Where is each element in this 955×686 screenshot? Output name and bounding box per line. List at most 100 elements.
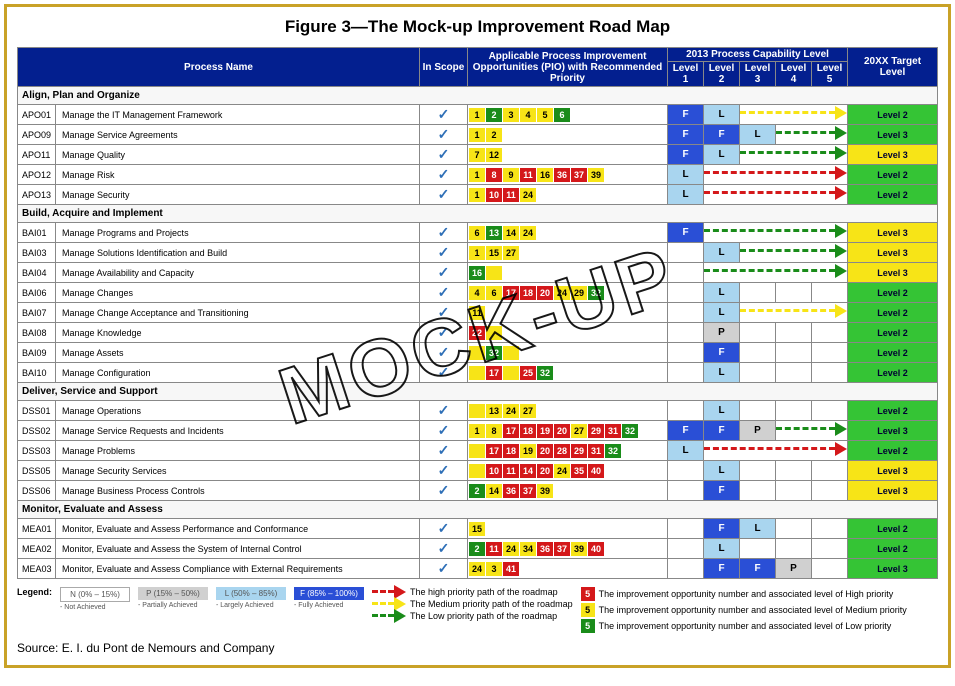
cap-cell: F (668, 105, 704, 125)
process-code: DSS05 (18, 461, 56, 481)
table-row: APO12Manage Risk✓1891116363739LLevel 2 (18, 165, 938, 185)
cap-cell (740, 323, 776, 343)
cap-cell (740, 283, 776, 303)
inscope-cell: ✓ (420, 401, 468, 421)
cap-cell (740, 343, 776, 363)
pio-bar: 172532 (468, 365, 667, 381)
process-code: APO12 (18, 165, 56, 185)
pio-token: 4 (520, 108, 536, 122)
process-code: MEA01 (18, 519, 56, 539)
pio-token: 19 (537, 424, 553, 438)
table-row: DSS01Manage Operations✓132427LLevel 2 (18, 401, 938, 421)
process-name: Manage Programs and Projects (56, 223, 420, 243)
process-name: Manage Assets (56, 343, 420, 363)
pio-token (486, 266, 502, 280)
pio-token: 11 (503, 188, 519, 202)
pio-token: 16 (469, 266, 485, 280)
process-name: Monitor, Evaluate and Assess the System … (56, 539, 420, 559)
pio-token: 2 (469, 484, 485, 498)
cap-cell (776, 323, 812, 343)
pio-token: 1 (469, 168, 485, 182)
cap-cell (740, 481, 776, 501)
pio-token: 39 (588, 168, 604, 182)
cap-cell (812, 363, 848, 383)
process-name: Manage Knowledge (56, 323, 420, 343)
target-cell: Level 2 (848, 105, 938, 125)
col-pio: Applicable Process Improvement Opportuni… (468, 48, 668, 87)
target-cell: Level 3 (848, 145, 938, 165)
col-lvl1: Level 1 (668, 62, 704, 87)
process-code: BAI09 (18, 343, 56, 363)
process-name: Manage Security (56, 185, 420, 205)
pio-cell: 211243436373940 (468, 539, 668, 559)
pio-cell: 132427 (468, 401, 668, 421)
col-lvl5: Level 5 (812, 62, 848, 87)
pio-token: 24 (554, 286, 570, 300)
cap-cell: L (704, 401, 740, 421)
cap-cell (668, 519, 704, 539)
arrow-cell (740, 145, 848, 165)
check-icon: ✓ (438, 402, 450, 418)
cap-cell (668, 559, 704, 579)
pio-token: 1 (469, 128, 485, 142)
arrow-cell (740, 243, 848, 263)
legend-l: L (50% – 85%) (216, 587, 286, 600)
process-code: DSS01 (18, 401, 56, 421)
pio-cell: 1718192028293132 (468, 441, 668, 461)
pio-token: 36 (554, 168, 570, 182)
pio-token: 2 (486, 108, 502, 122)
pio-token: 7 (469, 148, 485, 162)
pio-cell: 11 (468, 303, 668, 323)
pio-token: 29 (571, 286, 587, 300)
cap-cell (776, 539, 812, 559)
table-row: BAI10Manage Configuration✓172532LLevel 2 (18, 363, 938, 383)
pio-bar: 46171820242932 (468, 285, 667, 301)
pio-bar: 211243436373940 (468, 541, 667, 557)
process-name: Manage the IT Management Framework (56, 105, 420, 125)
pio-token: 28 (554, 444, 570, 458)
cap-cell: F (704, 481, 740, 501)
legend-arrow-low: The Low priority path of the roadmap (410, 611, 557, 621)
arrow-cell (704, 185, 848, 205)
process-code: MEA02 (18, 539, 56, 559)
arrow-cell (704, 223, 848, 243)
legend-arrow-med: The Medium priority path of the roadmap (410, 599, 573, 609)
pio-token: 19 (520, 444, 536, 458)
pio-token: 37 (571, 168, 587, 182)
pio-token: 18 (503, 444, 519, 458)
pio-bar: 10111420243540 (468, 463, 667, 479)
pio-token: 34 (520, 542, 536, 556)
pio-bar: 22 (468, 325, 667, 341)
cap-cell (776, 401, 812, 421)
process-name: Manage Problems (56, 441, 420, 461)
pio-token (469, 464, 485, 478)
pio-token: 1 (469, 246, 485, 260)
process-code: BAI01 (18, 223, 56, 243)
cap-cell (668, 363, 704, 383)
check-icon: ✓ (438, 560, 450, 576)
group-header: Deliver, Service and Support (18, 383, 938, 401)
process-code: MEA03 (18, 559, 56, 579)
cap-cell (668, 539, 704, 559)
group-header: Build, Acquire and Implement (18, 205, 938, 223)
legend-num-low-icon: 5 (581, 619, 595, 633)
inscope-cell: ✓ (420, 323, 468, 343)
legend-p: P (15% – 50%) (138, 587, 208, 600)
pio-token: 3 (503, 108, 519, 122)
cap-cell: F (704, 125, 740, 145)
source: Source: E. I. du Pont de Nemours and Com… (17, 641, 938, 655)
pio-token (469, 346, 485, 360)
table-row: MEA02Monitor, Evaluate and Assess the Sy… (18, 539, 938, 559)
pio-token: 6 (554, 108, 570, 122)
pio-token: 29 (588, 424, 604, 438)
table-row: APO09Manage Service Agreements✓12FFLLeve… (18, 125, 938, 145)
pio-bar: 24341 (468, 561, 667, 577)
cap-cell (776, 363, 812, 383)
pio-token (469, 444, 485, 458)
pio-token: 18 (520, 286, 536, 300)
process-code: BAI04 (18, 263, 56, 283)
process-name: Monitor, Evaluate and Assess Performance… (56, 519, 420, 539)
target-cell: Level 3 (848, 481, 938, 501)
pio-token: 11 (520, 168, 536, 182)
cap-cell (776, 343, 812, 363)
